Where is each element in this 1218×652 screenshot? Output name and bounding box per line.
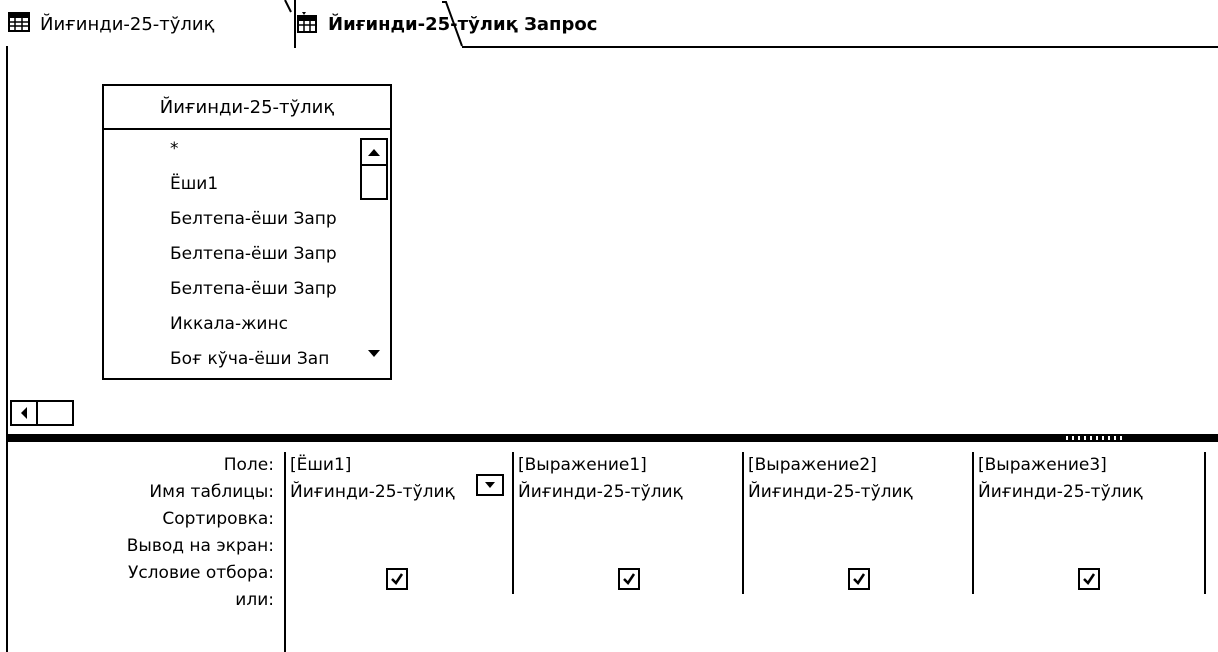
field-cell[interactable]: [Выражение3] (978, 452, 1107, 479)
field-list-item[interactable]: Боғ кўча-ёши Зап (104, 342, 356, 377)
query-designer: Йиғинди-25-тўлиқ Йиғинди-25-тўлиқ Запрос (0, 0, 1218, 652)
field-dropdown-button[interactable] (476, 474, 504, 496)
table-field-list-title[interactable]: Йиғинди-25-тўлиқ (104, 86, 390, 130)
tab-table[interactable]: Йиғинди-25-тўлиқ (8, 0, 215, 48)
row-label-or: или: (235, 590, 274, 610)
field-list-item[interactable]: Иккала-жинс (104, 307, 356, 342)
chevron-down-icon (485, 482, 495, 488)
row-label-show: Вывод на экран: (126, 536, 274, 556)
tab-end-edge (442, 1, 463, 47)
scroll-down-button[interactable] (360, 340, 388, 368)
scroll-thumb[interactable] (360, 164, 388, 200)
show-checkbox[interactable] (1078, 568, 1100, 590)
grid-column-4[interactable]: [Выражение3] Йиғинди-25-тўлиқ (974, 452, 1204, 594)
table-cell[interactable]: Йиғинди-25-тўлиқ (748, 479, 913, 506)
field-list-scrollbar[interactable] (358, 132, 388, 378)
splitter-grip[interactable] (1066, 436, 1126, 440)
tab-table-label: Йиғинди-25-тўлиқ (40, 13, 215, 35)
checkmark-icon (853, 573, 866, 585)
row-label-table: Имя таблицы: (149, 482, 274, 502)
tab-baseline (462, 46, 1218, 48)
scroll-up-button[interactable] (360, 138, 388, 166)
tab-divider (284, 0, 296, 48)
table-cell[interactable]: Йиғинди-25-тўлиқ (518, 479, 683, 506)
grid-column-3[interactable]: [Выражение2] Йиғинди-25-тўлиқ (744, 452, 974, 594)
field-list-item[interactable]: * (104, 132, 356, 167)
pane-splitter[interactable] (6, 434, 1218, 442)
upper-pane-hscroll[interactable] (10, 400, 80, 426)
table-icon (8, 11, 30, 37)
arrow-left-icon (21, 407, 27, 419)
hscroll-thumb[interactable] (36, 400, 74, 426)
arrow-up-icon (368, 149, 380, 156)
field-list: * Ёши1 Белтепа-ёши Запр Белтепа-ёши Запр… (104, 132, 356, 378)
checkmark-icon (1083, 573, 1096, 585)
pane-border (6, 46, 8, 438)
show-checkbox[interactable] (848, 568, 870, 590)
grid-column-2[interactable]: [Выражение1] Йиғинди-25-тўлиқ (514, 452, 744, 594)
row-label-sort: Сортировка: (162, 509, 274, 529)
field-cell[interactable]: [Выражение2] (748, 452, 877, 479)
show-checkbox[interactable] (618, 568, 640, 590)
column-separator[interactable] (1204, 452, 1206, 594)
field-cell[interactable]: [Ёши1] (290, 452, 351, 479)
field-list-item[interactable]: Белтепа-ёши Запр (104, 272, 356, 307)
arrow-down-icon (368, 350, 380, 357)
field-list-item[interactable]: Белтепа-ёши Запр (104, 237, 356, 272)
table-cell[interactable]: Йиғинди-25-тўлиқ (978, 479, 1143, 506)
field-cell[interactable]: [Выражение1] (518, 452, 647, 479)
field-list-item[interactable]: Белтепа-ёши Запр (104, 202, 356, 237)
show-checkbox[interactable] (386, 568, 408, 590)
grid-row-labels: Поле: Имя таблицы: Сортировка: Вывод на … (8, 452, 274, 614)
checkmark-icon (391, 573, 404, 585)
table-field-list[interactable]: Йиғинди-25-тўлиқ * Ёши1 Белтепа-ёши Запр… (102, 84, 392, 380)
scroll-left-button[interactable] (10, 400, 38, 426)
checkmark-icon (623, 573, 636, 585)
field-list-item[interactable]: Ёши1 (104, 167, 356, 202)
query-icon (296, 11, 318, 38)
row-label-field: Поле: (223, 455, 274, 475)
document-tabs: Йиғинди-25-тўлиқ Йиғинди-25-тўлиқ Запрос (0, 0, 1218, 48)
table-cell[interactable]: Йиғинди-25-тўлиқ (290, 479, 455, 506)
grid-column-1[interactable]: [Ёши1] Йиғинди-25-тўлиқ (286, 452, 516, 594)
row-label-criteria: Условие отбора: (127, 563, 274, 583)
